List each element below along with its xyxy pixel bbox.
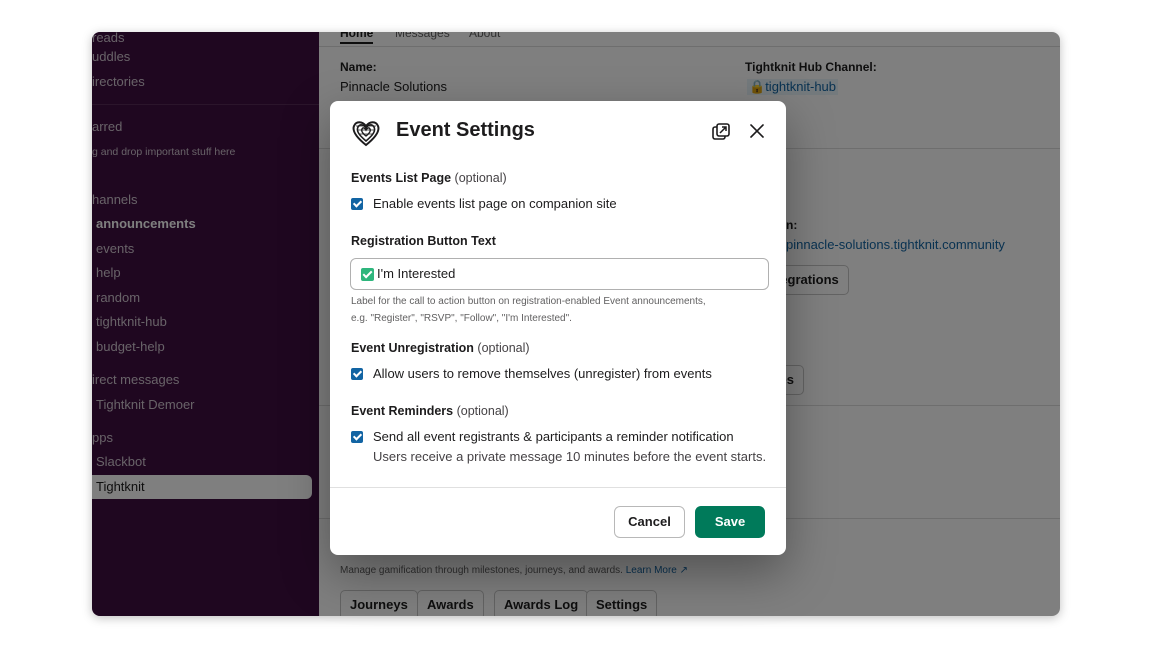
close-icon[interactable]: [746, 120, 768, 142]
registration-button-text-input[interactable]: I'm Interested: [350, 258, 769, 290]
modal-footer-divider: [330, 487, 786, 488]
modal-title: Event Settings: [396, 119, 535, 141]
send-reminder-checkbox[interactable]: Send all event registrants & participant…: [351, 429, 766, 464]
event-settings-modal: Event Settings Events List Page (optiona…: [330, 101, 786, 555]
allow-unregister-checkbox[interactable]: Allow users to remove themselves (unregi…: [351, 366, 712, 381]
checkbox-checked-icon[interactable]: [351, 431, 363, 443]
registration-hint: Label for the call to action button on r…: [351, 296, 706, 324]
checkbox-checked-icon[interactable]: [351, 198, 363, 210]
check-mark-button-emoji-icon: [361, 267, 374, 281]
events-list-section-label: Events List Page (optional): [351, 171, 507, 185]
unregistration-section-label: Event Unregistration (optional): [351, 341, 530, 355]
reminder-description: Users receive a private message 10 minut…: [373, 449, 767, 464]
cancel-button[interactable]: Cancel: [614, 506, 685, 538]
tightknit-heart-logo-icon: [352, 121, 380, 147]
save-button[interactable]: Save: [695, 506, 765, 538]
enable-events-list-checkbox[interactable]: Enable events list page on companion sit…: [351, 196, 617, 211]
reminders-section-label: Event Reminders (optional): [351, 404, 509, 418]
registration-text-label: Registration Button Text: [351, 234, 496, 248]
open-in-window-icon[interactable]: [710, 121, 732, 143]
checkbox-checked-icon[interactable]: [351, 368, 363, 380]
